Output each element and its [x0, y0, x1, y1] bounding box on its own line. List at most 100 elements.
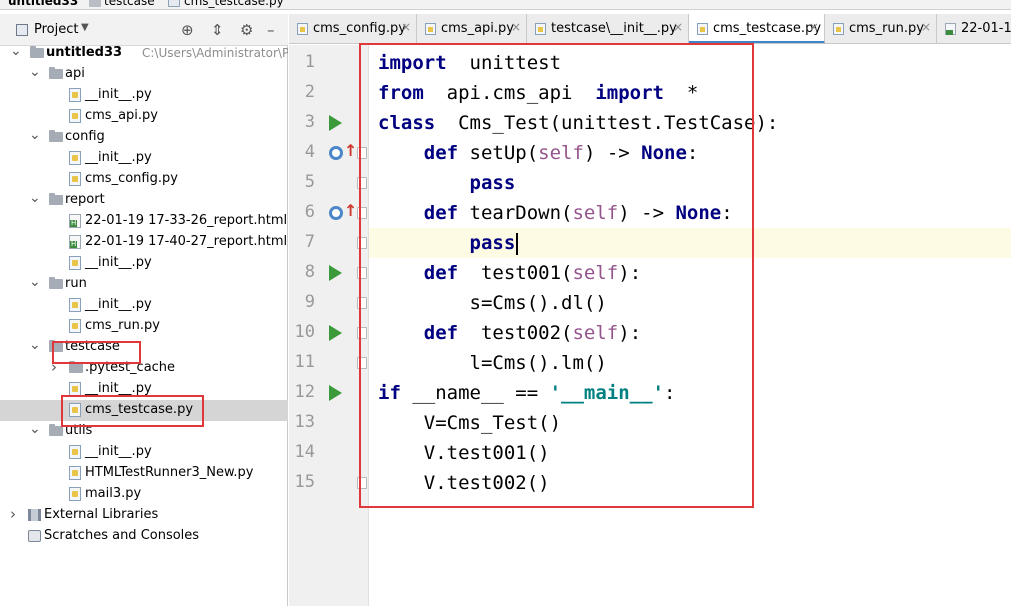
folder-icon: [49, 424, 63, 436]
tree-item[interactable]: cms_config.py: [0, 169, 288, 190]
override-icon[interactable]: [329, 206, 343, 220]
tree-item[interactable]: __init__.py: [0, 442, 288, 463]
tree-item[interactable]: ⌄ untitled33 C:\Users\Administrator\Pychar…: [0, 43, 288, 64]
editor-tab[interactable]: cms_testcase.py ×: [689, 14, 825, 43]
close-icon[interactable]: ×: [809, 20, 819, 34]
editor-tab[interactable]: cms_config.py ×: [289, 14, 417, 43]
hide-icon[interactable]: –: [267, 21, 275, 39]
tree-item[interactable]: __init__.py: [0, 379, 288, 400]
tree-item[interactable]: Scratches and Consoles: [0, 526, 288, 547]
breadcrumb-file[interactable]: cms_testcase.py: [184, 0, 284, 8]
tab-label: cms_run.py: [849, 21, 924, 36]
chevron-down-icon[interactable]: ▼: [81, 22, 89, 33]
scratches-icon: [28, 530, 41, 542]
run-icon[interactable]: [329, 115, 342, 131]
tree-item[interactable]: cms_testcase.py: [0, 400, 288, 421]
editor-tab[interactable]: cms_run.py ×: [825, 14, 937, 43]
line-number: 12: [294, 382, 315, 402]
breadcrumb-folder[interactable]: testcase: [104, 0, 155, 8]
highlight-box-code: [359, 43, 754, 508]
line-number: 8: [304, 262, 315, 282]
editor-tab[interactable]: cms_api.py ×: [417, 14, 527, 43]
tree-item-label: testcase: [65, 339, 120, 354]
tree-item[interactable]: ⌄ run: [0, 274, 288, 295]
arrow-up-icon[interactable]: ↑: [344, 141, 357, 160]
tree-item[interactable]: › External Libraries: [0, 505, 288, 526]
python-file-icon: [69, 445, 81, 459]
chevron-down-icon[interactable]: ⌄: [10, 43, 22, 59]
override-icon[interactable]: [329, 146, 343, 160]
project-tree: ⌄ untitled33 C:\Users\Administrator\Pychar…: [0, 43, 288, 606]
folder-icon: [69, 361, 83, 373]
editor-tab[interactable]: 22-01-19: [937, 14, 1011, 43]
python-file-icon: [69, 88, 81, 102]
close-icon[interactable]: ×: [401, 20, 411, 34]
line-number: 7: [304, 232, 315, 252]
close-icon[interactable]: ×: [673, 20, 683, 34]
tree-item-label: 22-01-19 17-40-27_report.html: [85, 234, 288, 249]
python-file-icon: [69, 319, 81, 333]
target-icon[interactable]: ⊕: [181, 21, 194, 39]
folder-icon: [30, 46, 44, 58]
tree-item[interactable]: ⌄ report: [0, 190, 288, 211]
tree-item[interactable]: HTMLTestRunner3_New.py: [0, 463, 288, 484]
tree-item[interactable]: __init__.py: [0, 148, 288, 169]
tree-item[interactable]: ⌄ api: [0, 64, 288, 85]
run-icon[interactable]: [329, 385, 342, 401]
chevron-down-icon[interactable]: ⌄: [29, 274, 41, 290]
tree-item-label: __init__.py: [85, 381, 152, 396]
tree-item[interactable]: ⌄ testcase: [0, 337, 288, 358]
close-icon[interactable]: ×: [921, 20, 931, 34]
chevron-down-icon[interactable]: ⌄: [29, 421, 41, 437]
html-file-icon: [945, 23, 956, 35]
tree-item[interactable]: cms_api.py: [0, 106, 288, 127]
tree-item-label: __init__.py: [85, 255, 152, 270]
line-number: 11: [294, 352, 315, 372]
line-number: 9: [304, 292, 315, 312]
chevron-down-icon[interactable]: ⌄: [29, 190, 41, 206]
run-icon[interactable]: [329, 265, 342, 281]
tree-item[interactable]: mail3.py: [0, 484, 288, 505]
line-number: 3: [304, 112, 315, 132]
tree-item[interactable]: __init__.py: [0, 295, 288, 316]
line-number: 5: [304, 172, 315, 192]
python-file-icon: [168, 0, 180, 7]
chevron-right-icon[interactable]: ›: [8, 505, 18, 523]
python-file-icon: [69, 403, 81, 417]
tree-item-label: run: [65, 276, 87, 291]
breadcrumb-project[interactable]: untitled33: [8, 0, 78, 8]
chevron-right-icon[interactable]: ›: [49, 358, 59, 376]
editor-tab[interactable]: testcase\__init__.py ×: [527, 14, 689, 43]
library-icon: [28, 509, 41, 521]
gear-icon[interactable]: ⚙: [240, 21, 253, 39]
tree-item-label: External Libraries: [44, 507, 159, 522]
tree-item[interactable]: 22-01-19 17-33-26_report.html: [0, 211, 288, 232]
tree-item[interactable]: › .pytest_cache: [0, 358, 288, 379]
tree-item-label: config: [65, 129, 105, 144]
tree-item[interactable]: __init__.py: [0, 85, 288, 106]
line-number: 14: [294, 442, 315, 462]
chevron-down-icon[interactable]: ⌄: [29, 127, 41, 143]
tree-item[interactable]: ⌄ config: [0, 127, 288, 148]
tree-item-label: utils: [65, 423, 93, 438]
tree-item[interactable]: cms_run.py: [0, 316, 288, 337]
folder-icon: [89, 0, 101, 7]
project-panel-header: Project ▼ ⊕ ⇕ ⚙ –: [0, 14, 288, 46]
tree-item[interactable]: 22-01-19 17-40-27_report.html: [0, 232, 288, 253]
collapse-icon[interactable]: ⇕: [211, 21, 224, 39]
run-icon[interactable]: [329, 325, 342, 341]
arrow-up-icon[interactable]: ↑: [344, 201, 357, 220]
tree-item-label: .pytest_cache: [85, 360, 176, 375]
close-icon[interactable]: ×: [511, 20, 521, 34]
chevron-down-icon[interactable]: ⌄: [29, 337, 41, 353]
line-number: 2: [304, 82, 315, 102]
python-file-icon: [69, 172, 81, 186]
line-number: 15: [294, 472, 315, 492]
line-number: 6: [304, 202, 315, 222]
tree-item-label: __init__.py: [85, 444, 152, 459]
project-view-selector[interactable]: Project: [34, 22, 78, 37]
chevron-down-icon[interactable]: ⌄: [29, 64, 41, 80]
python-file-icon: [69, 256, 81, 270]
tree-item[interactable]: ⌄ utils: [0, 421, 288, 442]
tree-item[interactable]: __init__.py: [0, 253, 288, 274]
